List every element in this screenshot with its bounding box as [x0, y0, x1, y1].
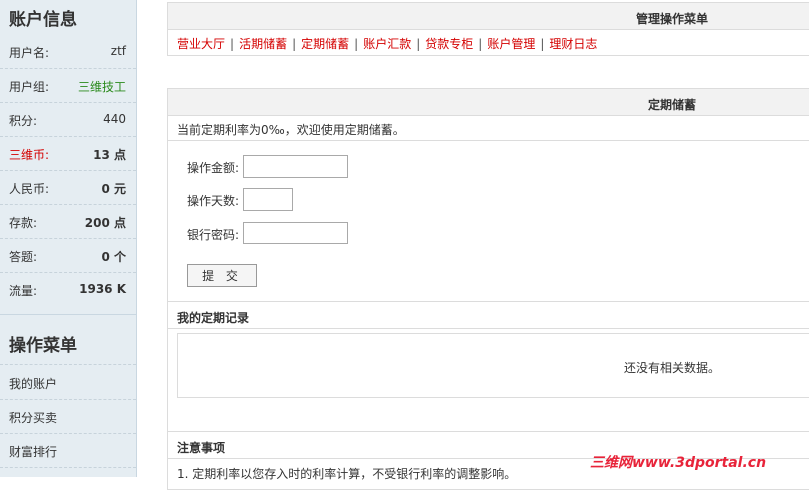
records-title: 我的定期记录	[177, 311, 250, 325]
sidebar-row-username: 用户名: ztf	[0, 34, 136, 69]
nav-separator: |	[540, 37, 545, 51]
amount-input[interactable]	[243, 155, 348, 178]
points-trade-link[interactable]: 积分买卖	[9, 409, 57, 426]
sidebar-row-deposit: 存款: 200 点	[0, 204, 136, 239]
nav-separator: |	[478, 37, 483, 51]
sidebar-row-points: 积分: 440	[0, 102, 136, 137]
password-label: 银行密码:	[187, 228, 240, 242]
wealth-ranking-link[interactable]: 财富排行	[9, 443, 57, 460]
sidebar-row-answers: 答题: 0 个	[0, 238, 136, 273]
nav-link-finance-log[interactable]: 理财日志	[549, 37, 597, 51]
coins-value: 13 点	[93, 148, 126, 162]
points-value: 440	[103, 112, 126, 126]
username-value: ztf	[110, 44, 126, 58]
site-watermark: 三维网www.3dportal.cn	[590, 455, 767, 471]
answers-value: 0 个	[101, 250, 126, 264]
deposit-value: 200 点	[84, 216, 126, 230]
management-panel-header: 管理操作菜单	[168, 3, 809, 30]
divider	[167, 328, 809, 329]
sidebar-item-my-account[interactable]: 我的账户	[0, 365, 136, 400]
days-row: 操作天数:	[187, 192, 239, 209]
notes-item-1: 1. 定期利率以您存入时的利率计算，不受银行利率的调整影响。	[177, 467, 517, 481]
sidebar-row-traffic: 流量: 1936 K	[0, 272, 136, 306]
nav-link-account-management[interactable]: 账户管理	[487, 37, 535, 51]
operation-menu-title: 操作菜单	[9, 336, 77, 356]
divider	[167, 140, 809, 141]
days-input[interactable]	[243, 188, 293, 211]
answers-label: 答题:	[9, 250, 38, 264]
nav-separator: |	[416, 37, 421, 51]
coins-label: 三维币:	[9, 148, 50, 162]
my-account-link[interactable]: 我的账户	[9, 375, 57, 392]
nav-link-fixed-savings[interactable]: 定期储蓄	[301, 37, 349, 51]
password-row: 银行密码:	[187, 226, 239, 243]
sidebar: 账户信息 用户名: ztf 用户组: 三维技工 积分: 440 三维币: 13 …	[0, 0, 137, 477]
nav-separator: |	[230, 37, 235, 51]
notes-title: 注意事项	[177, 441, 226, 455]
days-label: 操作天数:	[187, 194, 240, 208]
nav-link-loans[interactable]: 贷款专柜	[425, 37, 473, 51]
rmb-value: 0 元	[101, 182, 126, 196]
sidebar-row-usergroup: 用户组: 三维技工	[0, 68, 136, 103]
nav-separator: |	[354, 37, 359, 51]
rmb-label: 人民币:	[9, 182, 50, 196]
fixed-deposit-header: 定期储蓄	[168, 89, 809, 116]
nav-link-current-savings[interactable]: 活期储蓄	[239, 37, 287, 51]
management-panel-title: 管理操作菜单	[636, 12, 709, 26]
points-label: 积分:	[9, 114, 38, 128]
nav-link-remittance[interactable]: 账户汇款	[363, 37, 411, 51]
sidebar-row-rmb: 人民币: 0 元	[0, 170, 136, 205]
sidebar-item-wealth-ranking[interactable]: 财富排行	[0, 433, 136, 468]
divider	[167, 431, 809, 432]
amount-label: 操作金额:	[187, 161, 240, 175]
divider	[167, 301, 809, 302]
records-empty-text: 还没有相关数据。	[624, 361, 721, 375]
account-info-title: 账户信息	[9, 10, 77, 30]
deposit-label: 存款:	[9, 216, 38, 230]
traffic-value: 1936 K	[79, 282, 126, 296]
traffic-label: 流量:	[9, 284, 38, 298]
usergroup-label: 用户组:	[9, 80, 50, 94]
nav-link-lobby[interactable]: 营业大厅	[177, 37, 225, 51]
bank-nav: 营业大厅 | 活期储蓄 | 定期储蓄 | 账户汇款 | 贷款专柜 | 账户管理 | 理财日志	[177, 35, 597, 52]
fixed-deposit-title: 定期储蓄	[648, 98, 697, 112]
submit-button[interactable]: 提 交	[187, 264, 257, 287]
bank-password-input[interactable]	[243, 222, 348, 244]
amount-row: 操作金额:	[187, 159, 239, 176]
records-empty-box: 还没有相关数据。	[177, 333, 809, 398]
usergroup-value[interactable]: 三维技工	[78, 78, 126, 95]
username-label: 用户名:	[9, 46, 50, 60]
nav-separator: |	[292, 37, 297, 51]
sidebar-divider	[0, 314, 136, 315]
sidebar-row-coins: 三维币: 13 点	[0, 136, 136, 171]
rate-notice: 当前定期利率为0‰，欢迎使用定期储蓄。	[177, 123, 405, 137]
sidebar-item-points-trade[interactable]: 积分买卖	[0, 399, 136, 434]
fixed-deposit-panel: 定期储蓄	[167, 88, 809, 490]
